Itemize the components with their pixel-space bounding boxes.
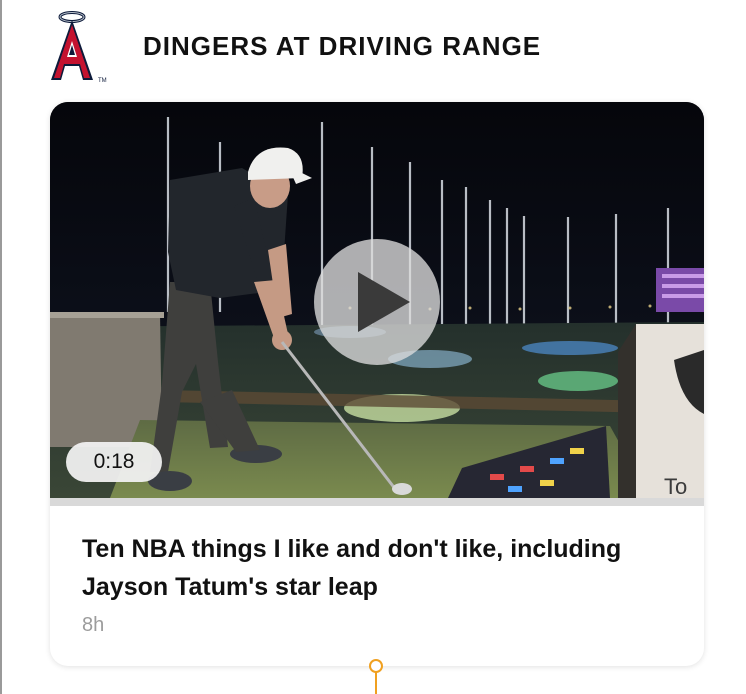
svg-text:TM: TM: [98, 78, 107, 84]
story-timestamp: 8h: [82, 614, 105, 636]
video-progress-bar: [50, 498, 704, 506]
video-duration-badge: 0:18: [66, 442, 162, 482]
window-edge: [0, 0, 2, 694]
section-title: DINGERS AT DRIVING RANGE: [143, 31, 542, 61]
svg-text:To: To: [664, 474, 687, 498]
play-button[interactable]: [314, 239, 440, 365]
video-story-card[interactable]: To 0:18 Ten NBA things I like and don't …: [50, 102, 704, 666]
timeline-connector-icon: [369, 659, 383, 694]
story-header: TM DINGERS AT DRIVING RANGE: [50, 8, 700, 86]
angels-logo-icon: TM: [50, 8, 114, 86]
video-thumbnail[interactable]: To 0:18: [50, 102, 704, 498]
play-icon: [358, 272, 410, 332]
story-headline[interactable]: Ten NBA things I like and don't like, in…: [82, 530, 672, 606]
